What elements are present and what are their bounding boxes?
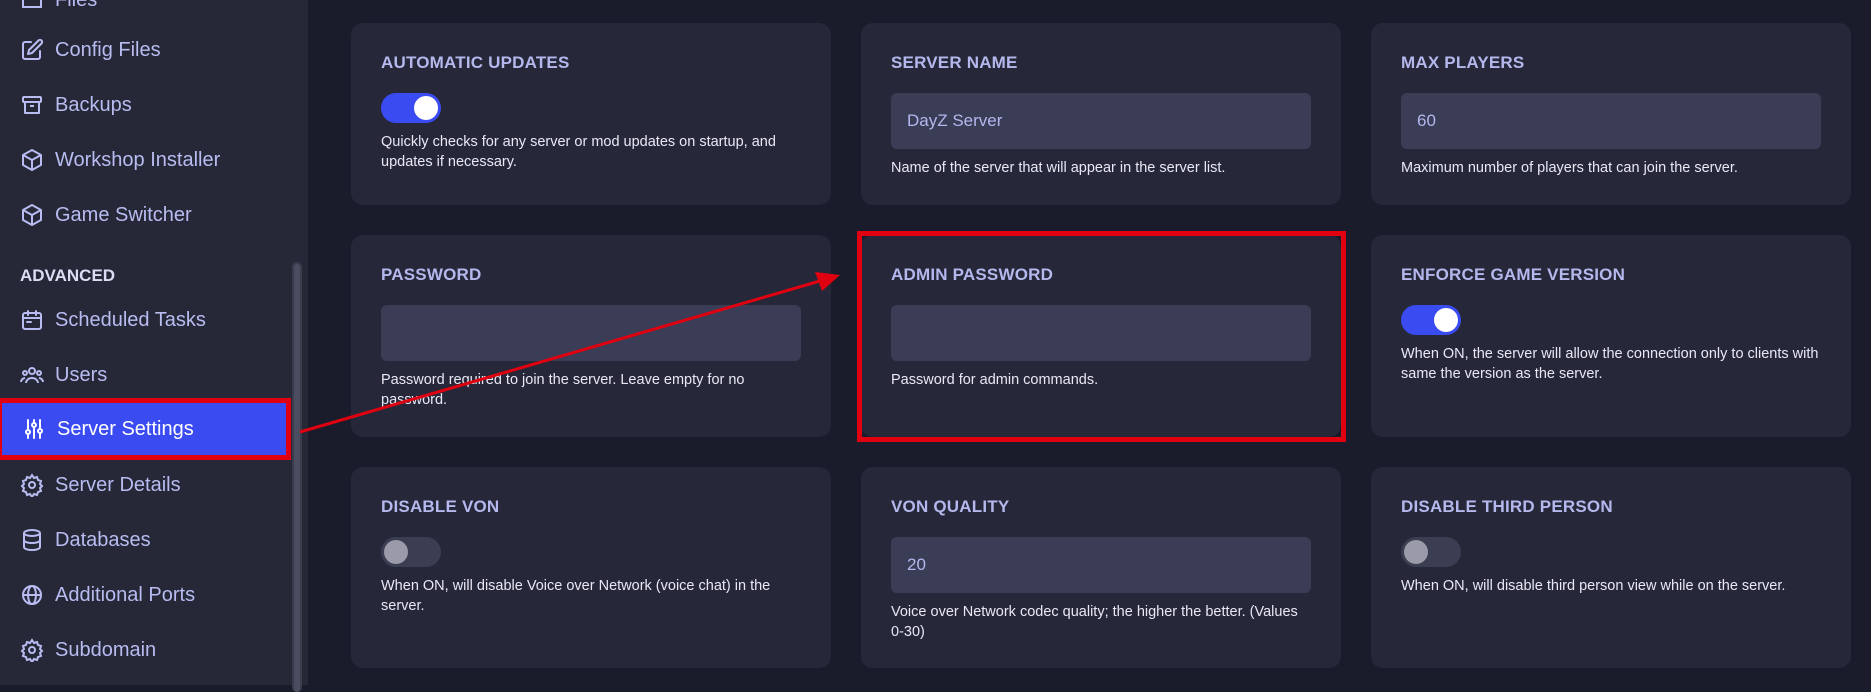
card-disable-von: DISABLE VON When ON, will disable Voice …	[351, 467, 831, 668]
card-title: DISABLE VON	[381, 497, 500, 516]
sidebar-item-workshop-installer[interactable]: Workshop Installer	[0, 135, 290, 185]
card-description: Voice over Network codec quality; the hi…	[891, 604, 1298, 640]
sidebar-item-label: Workshop Installer	[55, 148, 221, 171]
card-title: VON QUALITY	[891, 497, 1010, 516]
sidebar-item-server-details[interactable]: Server Details	[0, 460, 290, 510]
sidebar-item-game-switcher[interactable]: Game Switcher	[0, 190, 290, 240]
database-icon	[20, 528, 44, 552]
archive-icon	[20, 93, 44, 117]
card-title: MAX PLAYERS	[1401, 53, 1525, 72]
max-players-input[interactable]: 60	[1401, 93, 1821, 149]
card-automatic-updates: AUTOMATIC UPDATES Quickly checks for any…	[351, 23, 831, 205]
toggle-knob	[1434, 308, 1458, 332]
disable-von-toggle[interactable]	[381, 537, 441, 567]
globe-icon	[20, 583, 44, 607]
card-description: When ON, will disable Voice over Network…	[381, 578, 771, 614]
card-title: SERVER NAME	[891, 53, 1018, 72]
sidebar-item-databases[interactable]: Databases	[0, 515, 290, 565]
folder-icon	[20, 0, 44, 12]
gear-icon	[20, 638, 44, 662]
von-quality-input[interactable]: 20	[891, 537, 1311, 593]
card-title: PASSWORD	[381, 265, 482, 284]
card-password: PASSWORD Password required to join the s…	[351, 235, 831, 437]
automatic-updates-toggle[interactable]	[381, 93, 441, 123]
card-admin-password: ADMIN PASSWORD Password for admin comman…	[861, 235, 1341, 437]
cube-icon	[20, 148, 44, 172]
sidebar-item-server-settings[interactable]: Server Settings	[0, 398, 291, 460]
card-server-name: SERVER NAME DayZ Server Name of the serv…	[861, 23, 1341, 205]
sidebar-item-label: Users	[55, 363, 108, 386]
sidebar-item-users[interactable]: Users	[0, 350, 290, 400]
admin-password-input[interactable]	[891, 305, 1311, 361]
card-title: ADMIN PASSWORD	[891, 265, 1054, 284]
toggle-knob	[414, 96, 438, 120]
sidebar-item-label: Config Files	[55, 38, 161, 61]
card-enforce-game-version: ENFORCE GAME VERSION When ON, the server…	[1371, 235, 1851, 437]
sidebar-item-label: Scheduled Tasks	[55, 308, 206, 331]
gear-icon	[20, 473, 44, 497]
sidebar-scrollbar-thumb[interactable]	[294, 264, 300, 692]
sidebar-item-label: Additional Ports	[55, 583, 196, 606]
sidebar-item-files[interactable]: Files	[0, 0, 290, 25]
card-description: Quickly checks for any server or mod upd…	[381, 134, 776, 170]
cube-icon	[20, 203, 44, 227]
card-description: When ON, will disable third person view …	[1401, 578, 1786, 594]
sliders-icon	[22, 417, 46, 441]
card-title: ENFORCE GAME VERSION	[1401, 265, 1626, 284]
sidebar-item-subdomain[interactable]: Subdomain	[0, 625, 290, 675]
disable-third-person-toggle[interactable]	[1401, 537, 1461, 567]
users-icon	[20, 363, 44, 387]
sidebar-item-additional-ports[interactable]: Additional Ports	[0, 570, 290, 620]
card-description: Password required to join the server. Le…	[381, 372, 745, 408]
sidebar: Files Config Files Backups Workshop Inst…	[0, 0, 308, 692]
card-description: When ON, the server will allow the conne…	[1401, 346, 1819, 382]
enforce-game-version-toggle[interactable]	[1401, 305, 1461, 335]
card-von-quality: VON QUALITY 20 Voice over Network codec …	[861, 467, 1341, 668]
card-title: DISABLE THIRD PERSON	[1401, 497, 1613, 516]
sidebar-item-label: Subdomain	[55, 638, 157, 661]
section-label-advanced: ADVANCED	[20, 266, 116, 285]
sidebar-item-scheduled-tasks[interactable]: Scheduled Tasks	[0, 295, 290, 345]
card-max-players: MAX PLAYERS 60 Maximum number of players…	[1371, 23, 1851, 205]
sidebar-item-label: Server Settings	[57, 417, 194, 440]
server-name-input[interactable]: DayZ Server	[891, 93, 1311, 149]
edit-icon	[20, 38, 44, 62]
toggle-knob	[384, 540, 408, 564]
sidebar-item-label: Files	[55, 0, 97, 12]
card-title: AUTOMATIC UPDATES	[381, 53, 570, 72]
sidebar-item-label: Backups	[55, 93, 132, 116]
sidebar-item-backups[interactable]: Backups	[0, 80, 290, 130]
card-disable-third-person: DISABLE THIRD PERSON When ON, will disab…	[1371, 467, 1851, 668]
sidebar-item-label: Server Details	[55, 473, 181, 496]
sidebar-item-label: Game Switcher	[55, 203, 192, 226]
card-description: Maximum number of players that can join …	[1401, 160, 1738, 176]
calendar-icon	[20, 308, 44, 332]
password-input[interactable]	[381, 305, 801, 361]
sidebar-item-label: Databases	[55, 528, 151, 551]
sidebar-item-config-files[interactable]: Config Files	[0, 25, 290, 75]
card-description: Name of the server that will appear in t…	[891, 160, 1226, 176]
toggle-knob	[1404, 540, 1428, 564]
card-description: Password for admin commands.	[891, 372, 1099, 388]
